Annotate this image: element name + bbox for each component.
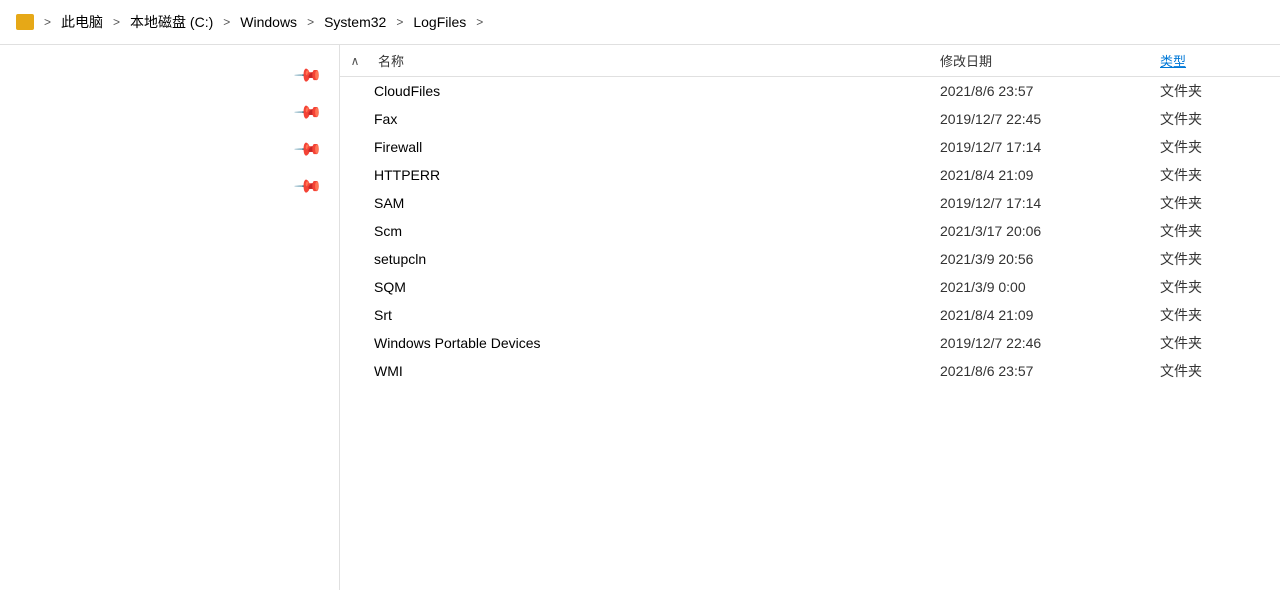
folder-icon-cell [340, 167, 370, 183]
file-type: 文件夹 [1160, 137, 1280, 157]
sidebar: 📌 📌 📌 📌 [0, 45, 340, 590]
file-date: 2021/8/6 23:57 [940, 83, 1160, 99]
file-date: 2021/3/9 0:00 [940, 279, 1160, 295]
folder-icon [16, 14, 34, 30]
pin-icon-2[interactable]: 📌 [292, 134, 323, 165]
table-row[interactable]: HTTPERR 2021/8/4 21:09 文件夹 [340, 161, 1280, 189]
folder-icon-cell [340, 363, 370, 379]
sep-1: > [111, 15, 122, 29]
folder-icon-cell [340, 279, 370, 295]
file-date: 2019/12/7 22:46 [940, 335, 1160, 351]
folder-icon-cell [340, 223, 370, 239]
sep-2: > [221, 15, 232, 29]
file-date: 2021/3/17 20:06 [940, 223, 1160, 239]
sep-5: > [474, 15, 485, 29]
sep-3: > [305, 15, 316, 29]
sep-4: > [394, 15, 405, 29]
file-date: 2019/12/7 17:14 [940, 195, 1160, 211]
table-row[interactable]: Firewall 2019/12/7 17:14 文件夹 [340, 133, 1280, 161]
file-name: setupcln [370, 251, 940, 267]
file-date: 2021/8/6 23:57 [940, 363, 1160, 379]
file-name: WMI [370, 363, 940, 379]
file-name: Firewall [370, 139, 940, 155]
file-name: CloudFiles [370, 83, 940, 99]
col-type-header[interactable]: 类型 [1160, 51, 1280, 70]
table-row[interactable]: Fax 2019/12/7 22:45 文件夹 [340, 105, 1280, 133]
file-type: 文件夹 [1160, 221, 1280, 241]
folder-icon-cell [340, 335, 370, 351]
file-type: 文件夹 [1160, 193, 1280, 213]
col-date-header[interactable]: 修改日期 [940, 51, 1160, 70]
file-date: 2019/12/7 17:14 [940, 139, 1160, 155]
file-type: 文件夹 [1160, 165, 1280, 185]
breadcrumb-item-0[interactable]: 此电脑 [57, 10, 107, 34]
file-date: 2019/12/7 22:45 [940, 111, 1160, 127]
file-date: 2021/8/4 21:09 [940, 307, 1160, 323]
table-row[interactable]: WMI 2021/8/6 23:57 文件夹 [340, 357, 1280, 385]
breadcrumb-item-1[interactable]: 本地磁盘 (C:) [126, 10, 217, 34]
file-type: 文件夹 [1160, 361, 1280, 381]
file-type: 文件夹 [1160, 305, 1280, 325]
file-name: Windows Portable Devices [370, 335, 940, 351]
file-type: 文件夹 [1160, 249, 1280, 269]
table-row[interactable]: Srt 2021/8/4 21:09 文件夹 [340, 301, 1280, 329]
folder-icon-cell [340, 195, 370, 211]
file-name: Scm [370, 223, 940, 239]
file-name: HTTPERR [370, 167, 940, 183]
file-date: 2021/8/4 21:09 [940, 167, 1160, 183]
col-name-header[interactable]: 名称 [370, 51, 940, 70]
breadcrumb-item-3[interactable]: System32 [320, 12, 390, 32]
file-list: CloudFiles 2021/8/6 23:57 文件夹 Fax 2019/1… [340, 77, 1280, 590]
column-headers: ∧ 名称 修改日期 类型 [340, 45, 1280, 77]
table-row[interactable]: SQM 2021/3/9 0:00 文件夹 [340, 273, 1280, 301]
breadcrumb-item-4[interactable]: LogFiles [409, 12, 470, 32]
folder-icon-cell [340, 83, 370, 99]
table-row[interactable]: SAM 2019/12/7 17:14 文件夹 [340, 189, 1280, 217]
sep-0: > [42, 15, 53, 29]
table-row[interactable]: CloudFiles 2021/8/6 23:57 文件夹 [340, 77, 1280, 105]
file-name: SQM [370, 279, 940, 295]
table-row[interactable]: setupcln 2021/3/9 20:56 文件夹 [340, 245, 1280, 273]
folder-icon-cell [340, 111, 370, 127]
folder-icon-cell [340, 251, 370, 267]
file-type: 文件夹 [1160, 333, 1280, 353]
file-type: 文件夹 [1160, 81, 1280, 101]
file-date: 2021/3/9 20:56 [940, 251, 1160, 267]
file-type: 文件夹 [1160, 109, 1280, 129]
pin-icon-3[interactable]: 📌 [292, 171, 323, 202]
folder-icon-cell [340, 307, 370, 323]
pin-icon-1[interactable]: 📌 [292, 97, 323, 128]
file-area: ∧ 名称 修改日期 类型 CloudFi [340, 45, 1280, 590]
pin-icon-0[interactable]: 📌 [292, 60, 323, 91]
file-type: 文件夹 [1160, 277, 1280, 297]
file-name: SAM [370, 195, 940, 211]
breadcrumb-item-2[interactable]: Windows [236, 12, 301, 32]
breadcrumb: > 此电脑 > 本地磁盘 (C:) > Windows > System32 >… [0, 0, 1280, 45]
table-row[interactable]: Windows Portable Devices 2019/12/7 22:46… [340, 329, 1280, 357]
table-row[interactable]: Scm 2021/3/17 20:06 文件夹 [340, 217, 1280, 245]
folder-icon-cell [340, 139, 370, 155]
sort-arrow[interactable]: ∧ [340, 54, 370, 68]
file-name: Srt [370, 307, 940, 323]
file-name: Fax [370, 111, 940, 127]
